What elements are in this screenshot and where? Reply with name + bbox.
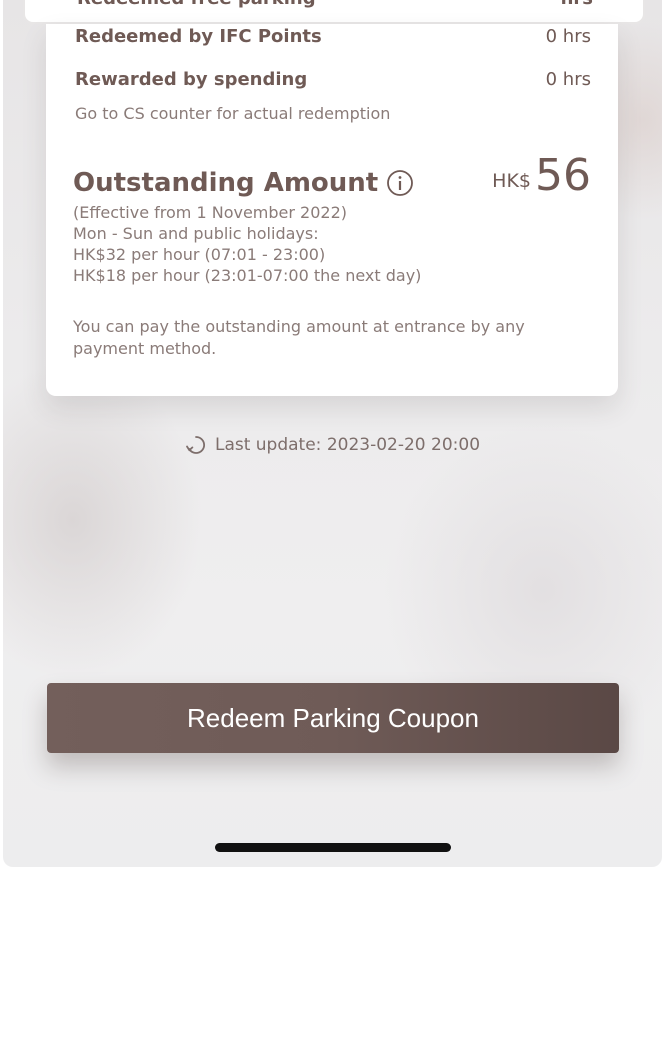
rewarded-spending-value: 0 hrs [545,69,591,90]
home-indicator[interactable] [215,843,451,852]
rate-line: HK$32 per hour (07:01 - 23:00) [73,245,326,264]
previous-card: Redeemed free parking hrs [23,0,645,24]
redeemed-ifc-points-label: Redeemed by IFC Points [75,26,322,47]
cs-counter-note: Go to CS counter for actual redemption [75,104,391,123]
redeemed-free-parking-value: hrs [561,0,593,9]
rate-line: Mon - Sun and public holidays: [73,224,319,243]
redeemed-ifc-points-row: Redeemed by IFC Points 0 hrs [75,26,591,47]
last-update-text: Last update: 2023-02-20 20:00 [214,435,481,455]
amount-currency: HK$ [492,170,531,192]
refresh-icon[interactable] [185,434,207,456]
redeemed-free-parking-row: Redeemed free parking hrs [77,0,593,9]
outstanding-amount-section: Outstanding Amount HK$ 56 [73,142,591,199]
last-update[interactable]: Last update: 2023-02-20 20:00 [3,434,662,456]
outstanding-amount-title: Outstanding Amount [73,168,414,198]
rate-line: HK$18 per hour (23:01-07:00 the next day… [73,266,422,285]
redeem-parking-coupon-button[interactable]: Redeem Parking Coupon [47,683,619,753]
redeemed-free-parking-label: Redeemed free parking [77,0,316,9]
rewarded-spending-label: Rewarded by spending [75,69,308,90]
amount-number: 56 [535,150,591,201]
parking-summary-card: Redeemed by IFC Points 0 hrs Rewarded by… [46,24,618,396]
rewarded-spending-row: Rewarded by spending 0 hrs [75,69,591,90]
parking-rates: (Effective from 1 November 2022) Mon - S… [73,202,421,286]
payment-note: You can pay the outstanding amount at en… [73,317,525,358]
outstanding-amount-value: HK$ 56 [492,154,591,198]
app-screen: Redeemed free parking hrs Redeemed by IF… [3,0,662,867]
redeemed-ifc-points-value: 0 hrs [545,26,591,47]
outstanding-amount-label: Outstanding Amount [73,168,379,198]
info-icon[interactable] [386,169,414,197]
background-blur [3,360,203,680]
rate-line: (Effective from 1 November 2022) [73,203,347,222]
